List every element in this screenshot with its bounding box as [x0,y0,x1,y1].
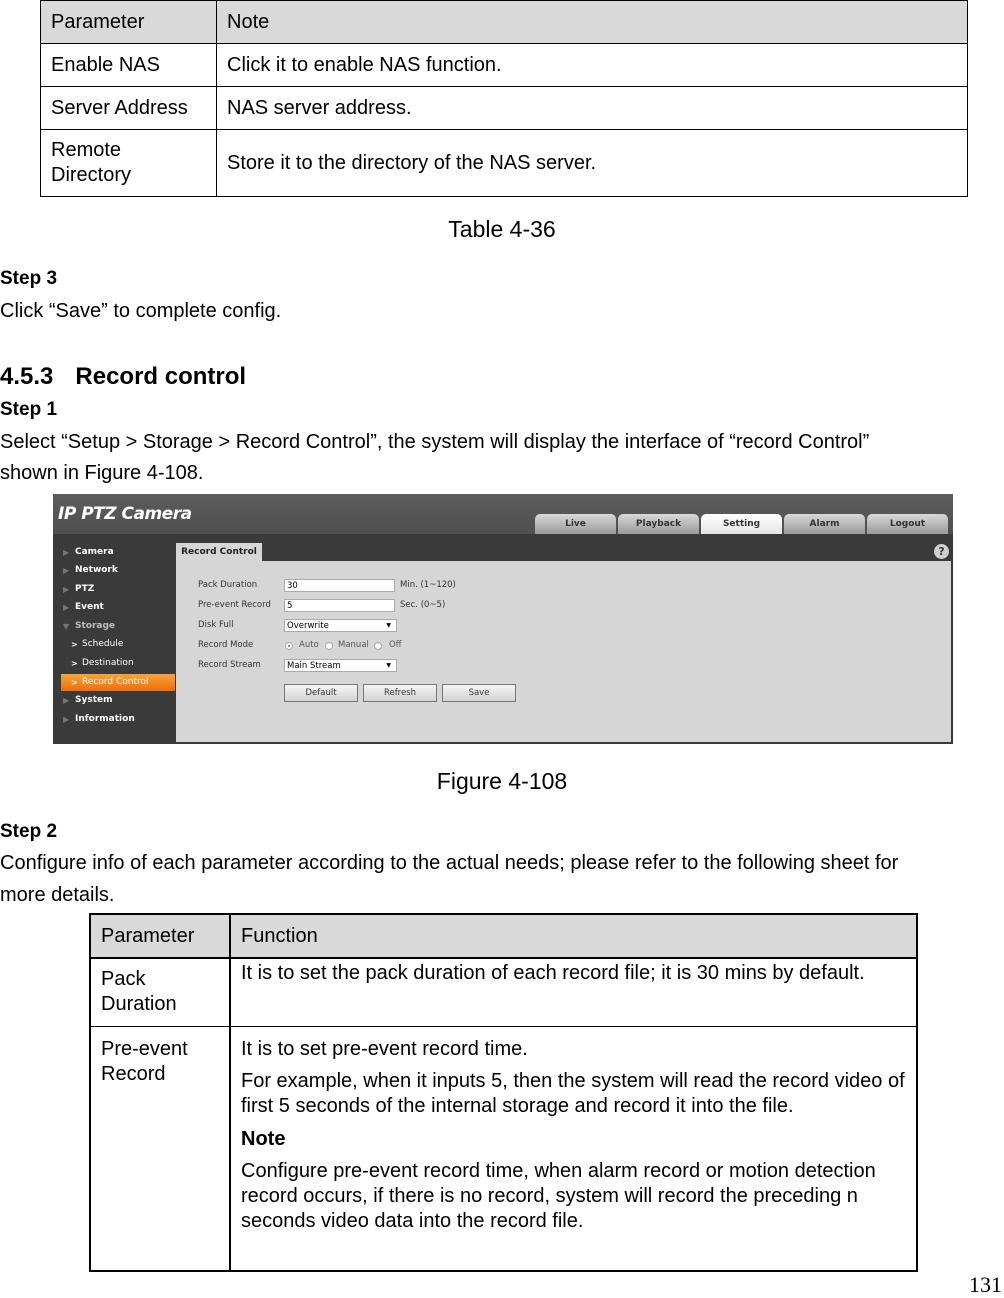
app-logo: IP PTZ Camera [58,504,192,524]
record-stream-label: Record Stream [198,660,261,670]
step-text: more details. [0,884,115,906]
radio-off-label: Off [389,640,402,650]
nas-parameter-table: Parameter Note Enable NAS Click it to en… [40,0,968,197]
step-text: Select “Setup > Storage > Record Control… [0,431,870,453]
sidebar-item-system[interactable]: ▶ System [53,692,175,709]
nav-tab-playback[interactable]: Playback [618,514,699,534]
caret-down-icon: ▼ [63,622,70,631]
radio-auto-label: Auto [299,640,319,650]
section-number: 4.5.3 [0,363,54,390]
sidebar-item-schedule[interactable]: > Schedule [53,636,175,653]
page-number: 131 [969,1272,1002,1297]
chevron-right-icon: > [71,659,78,668]
chevron-right-icon: > [71,640,78,649]
table-row: Server Address NAS server address. [40,86,968,130]
table-cell: Store it to the directory of the NAS ser… [216,129,968,197]
sidebar-item-network[interactable]: ▶ Network [53,562,175,579]
table-header: Function [229,913,918,959]
function-text: Configure pre-event record time, when al… [241,1159,876,1232]
table-cell: Server Address [40,86,217,130]
table-cell: Remote Directory [40,129,217,197]
radio-auto[interactable] [285,642,293,650]
tab-record-control[interactable]: Record Control [176,543,262,561]
caret-right-icon: ▶ [63,566,70,575]
refresh-button[interactable]: Refresh [363,684,437,702]
table-row: Enable NAS Click it to enable NAS functi… [40,43,968,87]
sidebar-item-ptz[interactable]: ▶ PTZ [53,581,175,598]
dropdown-arrow-icon: ▼ [386,622,391,629]
nav-tab-setting[interactable]: Setting [701,514,782,534]
help-icon[interactable]: ? [934,544,949,559]
step-text: Configure info of each parameter accordi… [0,852,899,874]
table-cell: Pack Duration [89,957,231,1027]
caret-right-icon: ▶ [63,715,70,724]
table-header: Parameter [40,0,217,44]
nav-tab-alarm[interactable]: Alarm [784,514,865,534]
figure-caption: Figure 4-108 [436,768,568,794]
sidebar-item-record-control[interactable]: > Record Control [61,674,175,691]
caret-right-icon: ▶ [63,585,70,594]
table-header: Parameter [89,913,231,959]
pre-event-label: Pre-event Record [198,600,271,610]
function-table: Parameter Function Pack Duration It is t… [89,913,918,1272]
record-mode-label: Record Mode [198,640,254,650]
sidebar-item-storage[interactable]: ▼ Storage [53,618,175,635]
pre-event-hint: Sec. (0~5) [400,600,446,610]
table-cell: It is to set the pack duration of each r… [229,957,918,1027]
default-button[interactable]: Default [284,684,358,702]
pack-duration-input[interactable]: 30 [284,579,395,592]
table-cell: Enable NAS [40,43,217,87]
sidebar-item-camera[interactable]: ▶ Camera [53,544,175,561]
table-cell: It is to set pre-event record time. For … [229,1025,918,1272]
table-row: Pre-event Record It is to set pre-event … [89,1025,918,1272]
nav-tab-logout[interactable]: Logout [867,514,948,534]
step-text: Click “Save” to complete config. [0,300,282,322]
top-bar: IP PTZ Camera Live Playback Setting Alar… [53,494,953,534]
table-header: Note [216,0,968,44]
save-button[interactable]: Save [442,684,516,702]
caret-right-icon: ▶ [63,548,70,557]
sidebar-item-destination[interactable]: > Destination [53,655,175,672]
radio-manual-label: Manual [338,640,369,650]
step-heading: Step 2 [0,821,58,842]
nav-tab-live[interactable]: Live [535,514,616,534]
table-row: Pack Duration It is to set the pack dura… [89,957,918,1027]
sidebar-item-information[interactable]: ▶ Information [53,711,175,728]
caret-right-icon: ▶ [63,603,70,612]
table-cell: Click it to enable NAS function. [216,43,968,87]
function-text: It is to set pre-event record time. [241,1037,528,1060]
radio-manual[interactable] [325,642,333,650]
radio-off[interactable] [374,642,382,650]
step-heading: Step 1 [0,399,58,420]
disk-full-label: Disk Full [198,620,234,630]
chevron-right-icon: > [71,678,78,687]
dropdown-arrow-icon: ▼ [386,662,391,669]
table-cell: NAS server address. [216,86,968,130]
function-text: For example, when it inputs 5, then the … [241,1069,905,1117]
record-stream-select[interactable]: Main Stream ▼ [284,659,397,672]
table-row: Remote Directory Store it to the directo… [40,129,968,197]
step-heading: Step 3 [0,268,58,289]
table-caption: Table 4-36 [448,216,556,242]
note-label: Note [241,1127,286,1150]
pre-event-input[interactable]: 5 [284,599,395,612]
section-heading: 4.5.3 Record control [0,363,246,391]
sidebar-item-event[interactable]: ▶ Event [53,599,175,616]
disk-full-select[interactable]: Overwrite ▼ [284,619,397,632]
pack-duration-hint: Min. (1~120) [400,580,456,590]
section-title: Record control [75,363,247,390]
camera-web-ui-figure: IP PTZ Camera Live Playback Setting Alar… [53,494,953,744]
caret-right-icon: ▶ [63,696,70,705]
pack-duration-label: Pack Duration [198,580,258,590]
step-text: shown in Figure 4-108. [0,462,204,484]
table-cell: Pre-event Record [89,1025,231,1272]
